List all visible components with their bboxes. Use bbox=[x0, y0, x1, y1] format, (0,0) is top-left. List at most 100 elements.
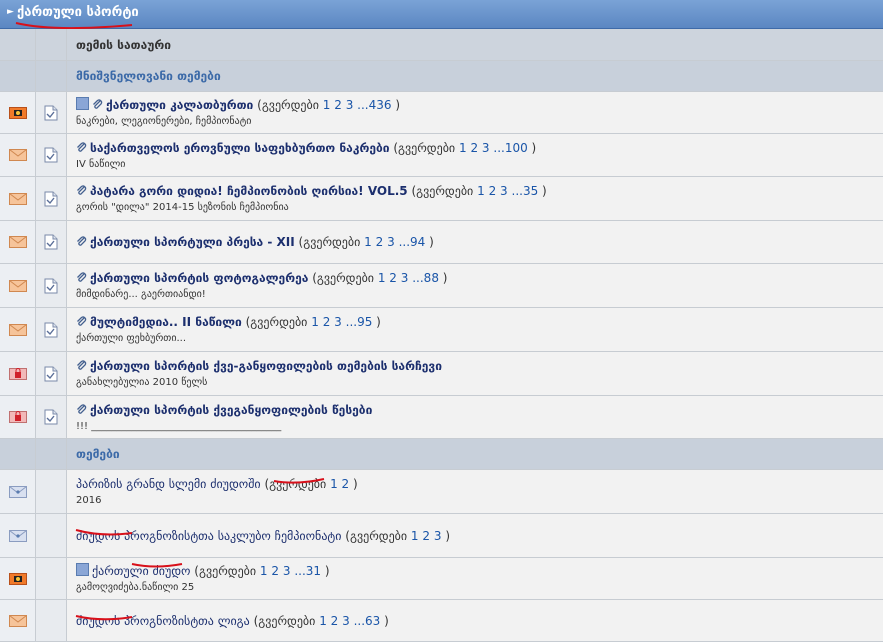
topic-title-link[interactable]: ქართული სპორტული პრესა - XII bbox=[90, 235, 295, 249]
section-topics: თემები bbox=[0, 439, 883, 470]
page-link[interactable]: ...100 bbox=[493, 141, 527, 155]
page-link[interactable]: 3 bbox=[482, 141, 490, 155]
pages-label: გვერდები bbox=[198, 564, 257, 578]
topic-row[interactable]: ძიუდოს პროგნოზისტთა საკლუბო ჩემპიონატი (… bbox=[0, 514, 883, 558]
section-important: მნიშვნელოვანი თემები bbox=[0, 61, 883, 92]
topic-post-icon bbox=[44, 191, 58, 206]
page-link[interactable]: 2 bbox=[389, 271, 397, 285]
topic-title-link[interactable]: ქართული ძიუდო bbox=[92, 564, 190, 578]
envelope-icon bbox=[8, 485, 27, 498]
page-link[interactable]: 1 bbox=[311, 315, 319, 329]
page-link[interactable]: 2 bbox=[271, 564, 279, 578]
page-link[interactable]: 3 bbox=[434, 529, 442, 543]
topic-pages: (გვერდები 1 2 3 ...94 ) bbox=[294, 235, 434, 249]
triangle-right-icon: ► bbox=[7, 7, 14, 17]
topic-row[interactable]: ქართული სპორტის ქვეგანყოფილების წესები!!… bbox=[0, 396, 883, 439]
page-link[interactable]: 3 bbox=[401, 271, 409, 285]
column-header-topic-title[interactable]: თემის სათაური bbox=[67, 29, 883, 60]
page-link[interactable]: 1 bbox=[364, 235, 372, 249]
page-link[interactable]: ...88 bbox=[412, 271, 439, 285]
new-posts-icon[interactable] bbox=[76, 97, 89, 110]
page-link[interactable]: 2 bbox=[334, 98, 342, 112]
page-link[interactable]: 3 bbox=[342, 614, 350, 628]
page-link[interactable]: 2 bbox=[376, 235, 384, 249]
page-link[interactable]: 1 bbox=[378, 271, 386, 285]
topic-title-link[interactable]: საქართველოს ეროვნული საფეხბურთო ნაკრები bbox=[90, 141, 390, 155]
topic-pages: (გვერდები 1 2 3 ...35 ) bbox=[407, 184, 547, 198]
column-header-row: თემის სათაური bbox=[0, 29, 883, 61]
paperclip-icon bbox=[77, 316, 87, 326]
topic-row[interactable]: მულტიმედია.. II ნაწილი (გვერდები 1 2 3 .… bbox=[0, 308, 883, 352]
new-posts-icon[interactable] bbox=[76, 563, 89, 576]
topic-title-link[interactable]: პარიზის გრანდ სლემი ძიუდოში bbox=[76, 477, 261, 491]
page-link[interactable]: 2 bbox=[489, 184, 497, 198]
pages-label: გვერდები bbox=[303, 235, 361, 249]
page-link[interactable]: ...31 bbox=[294, 564, 321, 578]
topic-pages: (გვერდები 1 2 3 ...88 ) bbox=[308, 271, 448, 285]
pages-label: გვერდები bbox=[250, 315, 308, 329]
section-title: თემები bbox=[76, 447, 120, 461]
topic-row[interactable]: პატარა გორი დიდია! ჩემპიონობის ღირსია! V… bbox=[0, 177, 883, 221]
topic-pages: (გვერდები 1 2 3 ...63 ) bbox=[249, 613, 389, 628]
topic-title-link[interactable]: ქართული კალათბურთი bbox=[106, 98, 253, 112]
topic-description: IV ნაწილი bbox=[76, 158, 126, 170]
page-link[interactable]: 3 bbox=[500, 184, 508, 198]
paperclip-icon bbox=[77, 185, 87, 195]
topic-post-icon bbox=[44, 322, 58, 337]
topic-pages: (გვერდები 1 2 3 ) bbox=[341, 528, 450, 543]
page-link[interactable]: 1 bbox=[323, 98, 331, 112]
topic-row[interactable]: ქართული სპორტული პრესა - XII (გვერდები 1… bbox=[0, 221, 883, 264]
page-link[interactable]: ...94 bbox=[399, 235, 426, 249]
page-link[interactable]: 2 bbox=[422, 529, 430, 543]
topic-row[interactable]: საქართველოს ეროვნული საფეხბურთო ნაკრები … bbox=[0, 134, 883, 177]
page-link[interactable]: 3 bbox=[346, 98, 354, 112]
topic-description: გამოღვიძება.ნაწილი 25 bbox=[76, 582, 195, 593]
page-link[interactable]: ...63 bbox=[354, 614, 381, 628]
page-link[interactable]: 2 bbox=[323, 315, 331, 329]
topic-row[interactable]: ქართული სპორტის ქვე-განყოფილების თემების… bbox=[0, 352, 883, 396]
topic-pages: (გვერდები 1 2 3 ...31 ) bbox=[190, 564, 330, 578]
paperclip-icon bbox=[77, 236, 87, 246]
locked-topic-icon bbox=[8, 367, 27, 380]
topic-row[interactable]: ქართული სპორტის ფოტოგალერეა (გვერდები 1 … bbox=[0, 264, 883, 308]
page-link[interactable]: 2 bbox=[331, 614, 339, 628]
page-link[interactable]: 1 bbox=[330, 477, 338, 491]
topic-title-link[interactable]: ქართული სპორტის ქვე-განყოფილების თემების… bbox=[90, 359, 442, 373]
forum-title-bar: ► ქართული სპორტი bbox=[0, 0, 883, 30]
topic-title-link[interactable]: ძიუდოს პროგნოზისტთა საკლუბო ჩემპიონატი bbox=[76, 529, 341, 543]
topic-post-icon bbox=[44, 278, 58, 293]
topic-pages: (გვერდები 1 2 ) bbox=[260, 477, 358, 491]
topic-row[interactable]: ქართული ძიუდო (გვერდები 1 2 3 ...31 ) გამ… bbox=[0, 558, 883, 600]
pages-label: გვერდები bbox=[398, 140, 456, 155]
forum-title[interactable]: ქართული სპორტი bbox=[17, 5, 139, 20]
page-link[interactable]: 3 bbox=[334, 315, 342, 329]
page-link[interactable]: 1 bbox=[411, 529, 419, 543]
page-link[interactable]: 3 bbox=[283, 564, 291, 578]
page-link[interactable]: 3 bbox=[387, 235, 395, 249]
topic-title-link[interactable]: ქართული სპორტის ქვეგანყოფილების წესები bbox=[90, 403, 372, 417]
paperclip-icon bbox=[93, 99, 103, 109]
page-link[interactable]: 1 bbox=[477, 184, 485, 198]
page-link[interactable]: 1 bbox=[319, 614, 327, 628]
page-link[interactable]: 1 bbox=[260, 564, 268, 578]
page-link[interactable]: 2 bbox=[470, 141, 478, 155]
topic-title-link[interactable]: ქართული სპორტის ფოტოგალერეა bbox=[90, 271, 308, 285]
page-link[interactable]: 2 bbox=[342, 477, 350, 491]
page-link[interactable]: ...95 bbox=[346, 315, 373, 329]
page-link[interactable]: ...436 bbox=[357, 98, 391, 112]
topic-description: მიმდინარე... გაერთიანდი! bbox=[76, 289, 206, 300]
page-link[interactable]: ...35 bbox=[512, 184, 539, 198]
topic-list: თემის სათაური მნიშვნელოვანი თემები ქართუ… bbox=[0, 29, 883, 642]
topic-row[interactable]: პარიზის გრანდ სლემი ძიუდოში (გვერდები 1 … bbox=[0, 470, 883, 514]
envelope-icon bbox=[8, 529, 27, 542]
topic-row[interactable]: ქართული კალათბურთი (გვერდები 1 2 3 ...43… bbox=[0, 92, 883, 134]
topic-title-link[interactable]: მულტიმედია.. II ნაწილი bbox=[90, 315, 242, 329]
topic-description: გორის "დილა" 2014-15 სეზონის ჩემპიონია bbox=[76, 202, 289, 213]
page-link[interactable]: 1 bbox=[459, 141, 467, 155]
pages-label: გვერდები bbox=[261, 98, 319, 112]
envelope-icon bbox=[8, 192, 27, 205]
topic-title-link[interactable]: პატარა გორი დიდია! ჩემპიონობის ღირსია! V… bbox=[90, 184, 408, 198]
topic-row[interactable]: ძიუდოს პროგნოზისტთა ლიგა (გვერდები 1 2 3… bbox=[0, 600, 883, 642]
topic-title-link[interactable]: ძიუდოს პროგნოზისტთა ლიგა bbox=[76, 614, 250, 628]
topic-pages: (გვერდები 1 2 3 ...95 ) bbox=[241, 315, 381, 329]
